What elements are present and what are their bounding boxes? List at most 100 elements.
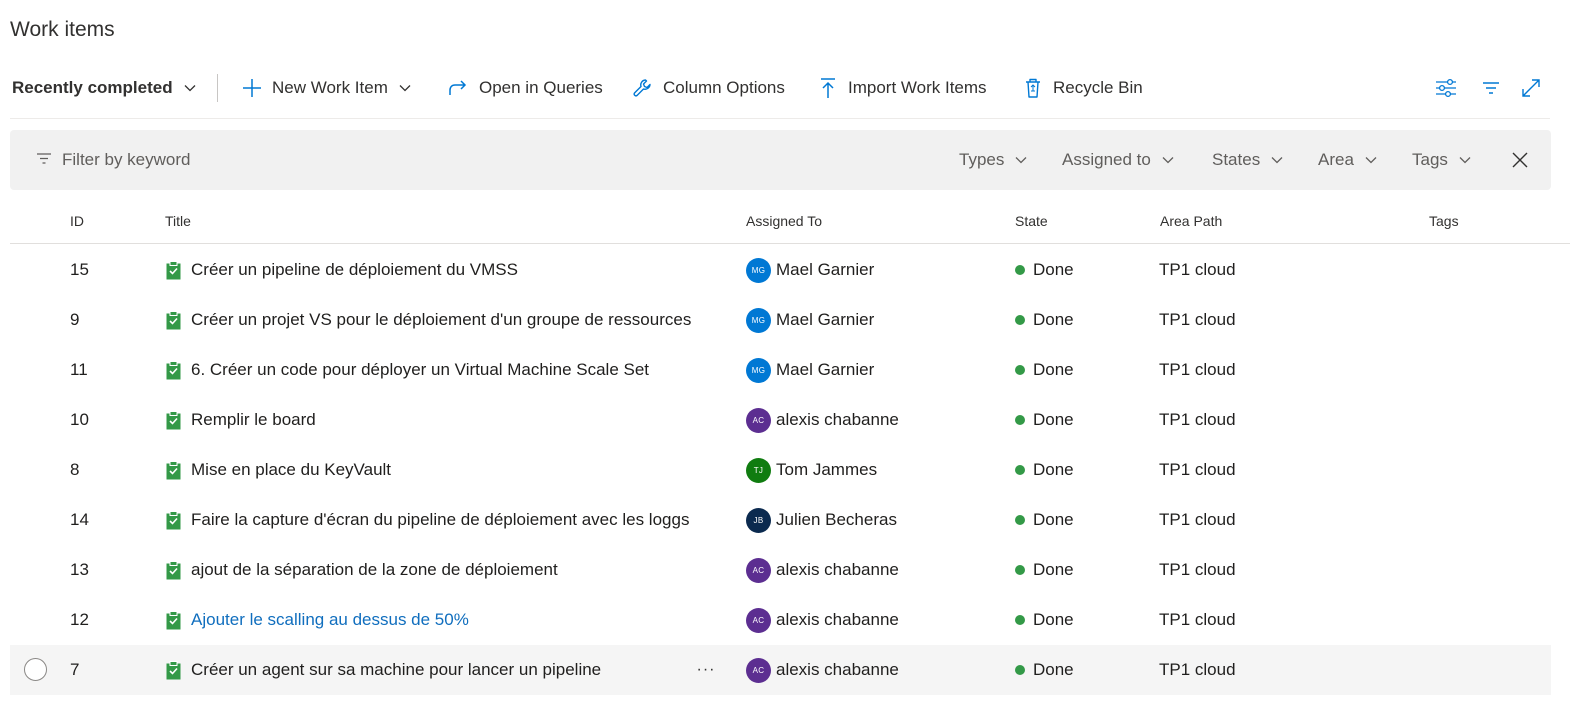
table-row[interactable]: 7 Créer un agent sur sa machine pour lanc… [10, 645, 1551, 695]
cell-state: Done [1015, 395, 1074, 445]
task-icon [166, 360, 181, 379]
column-header-assigned-to[interactable]: Assigned To [746, 213, 822, 229]
work-item-title[interactable]: Créer un pipeline de déploiement du VMSS [191, 260, 518, 280]
recycle-bin-button[interactable]: Recycle Bin [1023, 66, 1143, 110]
upload-icon [821, 78, 835, 98]
filter-keyword-input[interactable] [62, 144, 762, 176]
filter-states-dropdown[interactable]: States [1212, 130, 1284, 190]
cell-assigned-to: TJ Tom Jammes [746, 445, 877, 495]
state-dot-icon [1015, 665, 1025, 675]
task-icon-wrapper [166, 360, 181, 380]
view-selector[interactable]: Recently completed [12, 66, 197, 110]
table-row[interactable]: 14 Faire la capture d'écran du pipeline d… [10, 495, 1570, 545]
expand-icon [1522, 79, 1540, 97]
close-icon [1512, 152, 1528, 168]
view-selector-label: Recently completed [12, 78, 173, 97]
work-item-title[interactable]: Remplir le board [191, 410, 316, 430]
work-item-title[interactable]: Créer un agent sur sa machine pour lance… [191, 660, 601, 680]
cell-state: Done [1015, 295, 1074, 345]
table-row[interactable]: 10 Remplir le board AC alexis chabanne Done T… [10, 395, 1570, 445]
new-work-item-button[interactable]: New Work Item [242, 66, 412, 110]
column-header-state[interactable]: State [1015, 213, 1048, 229]
toolbar-separator [10, 118, 1550, 119]
table-row[interactable]: 15 Créer un pipeline de déploiement du VM… [10, 245, 1570, 295]
redo-arrow-icon [449, 80, 467, 95]
filter-area-dropdown[interactable]: Area [1318, 130, 1378, 190]
cell-title[interactable]: Créer un projet VS pour le déploiement d… [166, 295, 691, 345]
cell-title[interactable]: Créer un pipeline de déploiement du VMSS [166, 245, 518, 295]
work-item-title[interactable]: Faire la capture d'écran du pipeline de … [191, 510, 689, 530]
table-row[interactable]: 9 Créer un projet VS pour le déploiement … [10, 295, 1570, 345]
cell-title[interactable]: Créer un agent sur sa machine pour lance… [166, 645, 601, 695]
filter-icon [37, 153, 51, 164]
filter-types-dropdown[interactable]: Types [959, 130, 1028, 190]
column-header-title[interactable]: Title [165, 213, 191, 229]
avatar: AC [746, 657, 771, 683]
work-item-title[interactable]: ajout de la séparation de la zone de dép… [191, 560, 558, 580]
task-icon-wrapper [166, 660, 181, 680]
work-item-title[interactable]: 6. Créer un code pour déployer un Virtua… [191, 360, 649, 380]
import-work-items-label: Import Work Items [848, 78, 987, 97]
cell-id: 11 [70, 360, 88, 379]
open-in-queries-label: Open in Queries [479, 78, 603, 97]
filter-area-label: Area [1318, 150, 1354, 169]
state-label: Done [1033, 660, 1074, 679]
work-item-title[interactable]: Créer un projet VS pour le déploiement d… [191, 310, 691, 330]
avatar: TJ [746, 457, 771, 483]
cell-id: 13 [70, 560, 89, 579]
open-in-queries-button[interactable]: Open in Queries [447, 66, 603, 110]
table-row[interactable]: 11 6. Créer un code pour déployer un Virt… [10, 345, 1570, 395]
chevron-down-icon [1162, 157, 1174, 164]
column-header-tags[interactable]: Tags [1429, 213, 1459, 229]
cell-title[interactable]: 6. Créer un code pour déployer un Virtua… [166, 345, 649, 395]
filter-assigned-to-dropdown[interactable]: Assigned to [1062, 130, 1175, 190]
clear-filter-button[interactable] [1510, 150, 1530, 170]
more-actions-button[interactable]: ··· [694, 659, 718, 681]
column-options-button[interactable]: Column Options [632, 66, 785, 110]
table-row[interactable]: 13 ajout de la séparation de la zone de d… [10, 545, 1570, 595]
cell-title[interactable]: Mise en place du KeyVault [166, 445, 391, 495]
filter-states-label: States [1212, 150, 1261, 169]
task-icon-wrapper [166, 310, 181, 330]
state-label: Done [1033, 460, 1074, 479]
work-item-title[interactable]: Mise en place du KeyVault [191, 460, 391, 480]
cell-title[interactable]: Remplir le board [166, 395, 316, 445]
cell-state: Done [1015, 445, 1074, 495]
cell-id: 10 [70, 410, 89, 429]
state-label: Done [1033, 510, 1074, 529]
cell-area-path: TP1 cloud [1159, 610, 1236, 629]
cell-assigned-to: AC alexis chabanne [746, 595, 899, 645]
toolbar-divider [217, 74, 218, 102]
filter-toggle-button[interactable] [1475, 66, 1507, 110]
cell-title[interactable]: Ajouter le scalling au dessus de 50% [166, 595, 469, 645]
cell-title[interactable]: Faire la capture d'écran du pipeline de … [166, 495, 689, 545]
cell-state: Done [1015, 345, 1074, 395]
cell-state: Done [1015, 545, 1074, 595]
column-header-id[interactable]: ID [70, 213, 84, 229]
assignee-name: Mael Garnier [776, 360, 875, 379]
filter-icon [1483, 82, 1499, 94]
state-label: Done [1033, 610, 1074, 629]
assignee-name: Julien Becheras [776, 510, 897, 529]
toolbar: Recently completed New Work Item Open in… [0, 66, 1560, 110]
state-dot-icon [1015, 515, 1025, 525]
state-dot-icon [1015, 415, 1025, 425]
import-work-items-button[interactable]: Import Work Items [818, 66, 987, 110]
filter-types-label: Types [959, 150, 1005, 169]
task-icon-wrapper [166, 410, 181, 430]
cell-title[interactable]: ajout de la séparation de la zone de dép… [166, 545, 558, 595]
filter-tags-dropdown[interactable]: Tags [1412, 130, 1472, 190]
chevron-down-icon [1015, 157, 1027, 164]
fullscreen-button[interactable] [1515, 66, 1547, 110]
table-row[interactable]: 12 Ajouter le scalling au dessus de 50% AC… [10, 595, 1570, 645]
row-select-checkbox[interactable] [24, 658, 47, 681]
table-row[interactable]: 8 Mise en place du KeyVault TJ Tom Jammes Do… [10, 445, 1570, 495]
column-header-area-path[interactable]: Area Path [1160, 213, 1222, 229]
filter-assigned-to-label: Assigned to [1062, 150, 1151, 169]
work-item-title[interactable]: Ajouter le scalling au dessus de 50% [191, 610, 469, 630]
task-icon-wrapper [166, 460, 181, 480]
view-options-button[interactable] [1430, 66, 1462, 110]
task-icon [166, 410, 181, 429]
assignee-name: alexis chabanne [776, 610, 899, 629]
task-icon [166, 610, 181, 629]
